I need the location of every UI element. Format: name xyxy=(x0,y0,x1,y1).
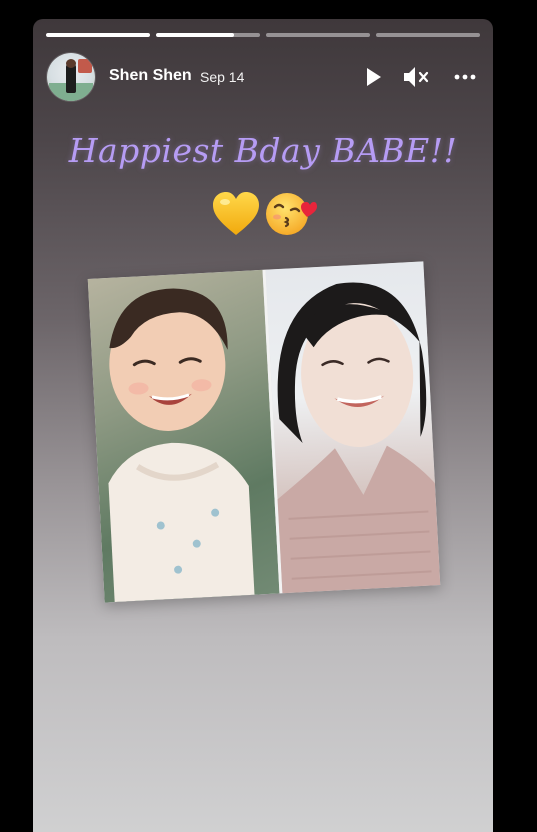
avatar-photo-head xyxy=(66,59,76,68)
user-name-link[interactable]: Shen Shen xyxy=(109,67,192,85)
birthday-collage-photo[interactable] xyxy=(87,261,441,603)
story-card[interactable]: Shen Shen Sep 14 Happiest Bday BABE!! xyxy=(33,19,493,832)
child-smiling-photo xyxy=(87,269,280,603)
post-date: Sep 14 xyxy=(200,69,245,85)
play-icon xyxy=(367,68,381,86)
emoji-row xyxy=(211,189,321,239)
adult-smiling-photo xyxy=(265,261,441,594)
more-options-icon xyxy=(454,74,476,80)
yellow-heart-emoji xyxy=(213,192,259,235)
volume-muted-icon xyxy=(404,67,429,87)
progress-segment-1 xyxy=(46,33,150,37)
progress-segment-3 xyxy=(266,33,370,37)
mute-button[interactable] xyxy=(402,63,430,91)
play-button[interactable] xyxy=(359,63,387,91)
story-progress-bar xyxy=(46,33,480,37)
story-headline: Happiest Bday BABE!! xyxy=(68,131,458,170)
avatar[interactable] xyxy=(47,53,95,101)
progress-fill xyxy=(46,33,150,37)
avatar-photo-sign xyxy=(78,59,92,73)
more-options-button[interactable] xyxy=(451,63,479,91)
progress-segment-4 xyxy=(376,33,480,37)
story-viewer-page: Shen Shen Sep 14 Happiest Bday BABE!! xyxy=(0,0,537,832)
progress-fill xyxy=(156,33,234,37)
kissing-face-emoji xyxy=(266,193,317,235)
story-header: Shen Shen Sep 14 xyxy=(47,53,479,101)
progress-segment-2 xyxy=(156,33,260,37)
